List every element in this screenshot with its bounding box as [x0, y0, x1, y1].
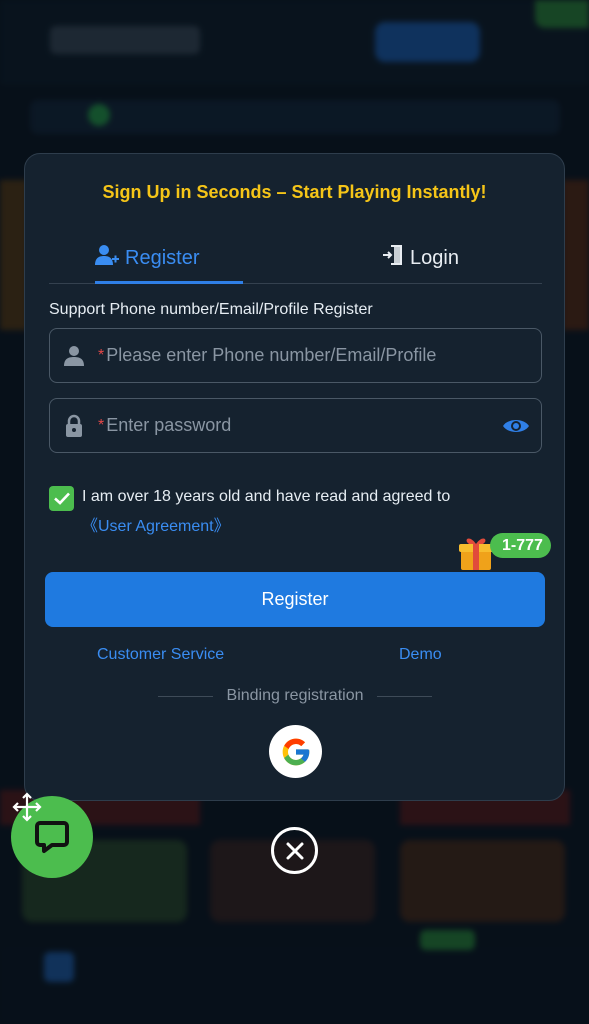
- active-tab-indicator: [95, 281, 243, 284]
- google-icon: [282, 738, 309, 765]
- password-field[interactable]: *: [49, 398, 542, 453]
- close-modal-button[interactable]: [271, 827, 318, 874]
- tab-login-label: Login: [410, 246, 459, 269]
- customer-service-link[interactable]: Customer Service: [97, 646, 224, 664]
- user-plus-icon: [95, 244, 119, 272]
- tab-login[interactable]: Login: [382, 232, 459, 284]
- binding-label: Binding registration: [226, 687, 364, 704]
- required-mark: *: [98, 416, 105, 434]
- account-input[interactable]: [106, 345, 541, 366]
- binding-divider: Binding registration: [145, 686, 445, 706]
- tab-register[interactable]: Register: [95, 232, 199, 284]
- close-icon: [286, 842, 303, 859]
- move-arrows-icon[interactable]: [10, 790, 44, 824]
- register-button[interactable]: Register: [45, 572, 545, 627]
- divider-line: [157, 695, 213, 697]
- required-mark: *: [98, 346, 105, 364]
- bonus-badge: 1-777: [490, 533, 551, 558]
- tab-register-label: Register: [125, 246, 200, 269]
- user-icon: [50, 345, 98, 367]
- modal-headline: Sign Up in Seconds – Start Playing Insta…: [102, 182, 487, 202]
- login-door-icon: [382, 244, 404, 272]
- account-field[interactable]: *: [49, 328, 542, 383]
- check-icon: [53, 492, 70, 505]
- lock-icon: [50, 414, 98, 438]
- password-input[interactable]: [106, 415, 491, 436]
- user-agreement-link[interactable]: 《User Agreement》: [82, 512, 230, 536]
- demo-link[interactable]: Demo: [399, 646, 442, 664]
- agreement-text: I am over 18 years old and have read and…: [82, 488, 451, 505]
- register-modal: Sign Up in Seconds – Start Playing Insta…: [24, 153, 565, 801]
- agreement-checkbox[interactable]: [49, 486, 74, 511]
- chat-bubble-icon: [35, 821, 69, 853]
- gift-icon: [457, 534, 495, 577]
- divider-line: [377, 695, 433, 697]
- google-login-button[interactable]: [269, 725, 322, 778]
- eye-icon[interactable]: [491, 416, 541, 436]
- support-text: Support Phone number/Email/Profile Regis…: [49, 301, 373, 318]
- auth-tabs: Register Login: [49, 232, 542, 284]
